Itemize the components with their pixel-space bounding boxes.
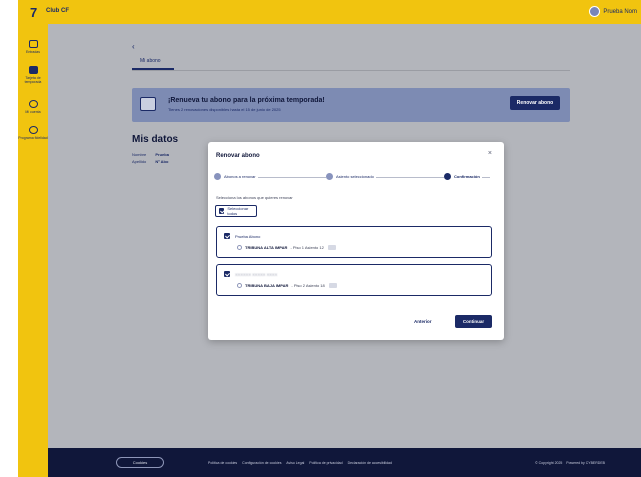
id-card-icon [140,97,156,111]
footer-links: Política de cookies Configuración de coo… [208,461,396,465]
datos-row: Apellido Nº Abo [132,159,168,164]
seat-icon [237,283,242,288]
copyright: © Copyright 2025 [535,461,563,465]
seat-badge [327,245,336,250]
sidebar-item-label: Entradas [25,50,40,54]
step-label: Abonos a renovar [224,174,256,179]
datos-label: Nombre [132,152,147,157]
abono-card[interactable]: XXXXXX XXXXX XXXX TRIBUNA BAJA IMPAR - P… [216,264,492,296]
abono-card[interactable]: Prueba Abono TRIBUNA ALTA IMPAR - Piso 1… [216,226,492,258]
seat-detail: - Piso 1 Asiento 12 [290,245,324,250]
sidebar-item-tarjeta[interactable]: Tarjeta de temporada [18,66,48,84]
cookies-button[interactable]: Cookies [116,457,164,468]
card-icon [28,66,38,74]
select-all-checkbox[interactable]: Seleccionar todos [215,205,257,217]
step-dot-icon [326,173,333,180]
section-title: Mis datos [132,134,179,145]
user-icon [28,100,38,108]
club-logo[interactable]: 7 [30,5,37,20]
renew-button[interactable]: Renovar abono [510,96,560,110]
user-name: Prueba Nom [603,8,637,15]
seat-detail: - Piso 2 Asiento 18 [291,283,325,288]
card-header: XXXXXX XXXXX XXXX [224,271,277,277]
step-3: Confirmación [444,173,482,180]
seat-info: TRIBUNA ALTA IMPAR - Piso 1 Asiento 12 [237,245,336,250]
renewal-banner: ¡Renueva tu abono para la próxima tempor… [132,88,570,122]
seat-badge [328,283,337,288]
step-1: Abonos a renovar [214,173,258,180]
footer-credits: © Copyright 2025 Powered by CYBERDEB [535,461,605,465]
modal-title: Renovar abono [216,153,260,159]
powered-by: Powered by CYBERDEB [566,461,605,465]
datos-label: Apellido [132,159,147,164]
footer-link[interactable]: Política de cookies [208,461,237,465]
select-instructions: Selecciona los abonos que quieres renova… [216,195,293,200]
stepper: Abonos a renovar Asiento seleccionado Co… [214,173,496,183]
abono-name: Prueba Abono [235,233,261,239]
close-icon[interactable]: × [488,150,492,157]
sidebar: Entradas Tarjeta de temporada Mi cuenta … [18,24,48,477]
tab-divider [132,70,570,71]
datos-value: Prueba [155,152,169,157]
seat-zone: TRIBUNA ALTA IMPAR [245,245,288,250]
ticket-icon [28,40,38,48]
datos-value: Nº Abo [155,159,169,164]
sidebar-item-label: Mi cuenta [25,110,41,114]
step-label: Confirmación [454,174,480,179]
footer: Cookies Política de cookies Configuració… [48,448,641,477]
banner-title: ¡Renueva tu abono para la próxima tempor… [168,97,325,104]
user-menu[interactable]: Prueba Nom [589,6,637,17]
card-header: Prueba Abono [224,233,260,239]
step-dot-icon [444,173,451,180]
tab-mi-abono[interactable]: Mi abono [132,58,174,70]
step-dot-icon [214,173,221,180]
seat-info: TRIBUNA BAJA IMPAR - Piso 2 Asiento 18 [237,283,337,288]
footer-link[interactable]: Política de privacidad [309,461,342,465]
star-icon [28,126,38,134]
checkbox-checked-icon[interactable] [224,233,230,239]
back-link[interactable]: ‹ [132,42,135,51]
seat-icon [237,245,242,250]
banner-subtitle: Tienes 2 renovaciones disponibles hasta … [168,107,281,112]
sidebar-item-cuenta[interactable]: Mi cuenta [18,100,48,114]
seat-zone: TRIBUNA BAJA IMPAR [245,283,289,288]
checkbox-checked-icon[interactable] [224,271,230,277]
abono-name: XXXXXX XXXXX XXXX [235,271,278,277]
step-label: Asiento seleccionado [336,174,374,179]
footer-link[interactable]: Declaración de accesibilidad [348,461,392,465]
sidebar-item-entradas[interactable]: Entradas [18,40,48,54]
app-frame: 7 Club CF Prueba Nom Entradas Tarjeta de… [18,0,641,477]
renew-modal: Renovar abono × Abonos a renovar Asiento… [208,142,504,340]
back-button[interactable]: Anterior [414,319,432,324]
step-2: Asiento seleccionado [326,173,376,180]
sidebar-item-fidelidad[interactable]: Programa fidelidad [18,126,48,140]
footer-link[interactable]: Aviso Legal [286,461,304,465]
datos-row: Nombre Prueba [132,152,169,157]
select-all-label: Seleccionar todos [227,206,249,216]
sidebar-item-label: Tarjeta de temporada [24,76,42,84]
brand-name: Club CF [46,8,69,14]
avatar [589,6,601,17]
footer-link[interactable]: Configuración de cookies [242,461,281,465]
continue-button[interactable]: Continuar [455,315,492,328]
sidebar-item-label: Programa fidelidad [18,136,48,140]
top-bar: 7 Club CF Prueba Nom [18,0,641,24]
checkbox-checked-icon [219,208,225,214]
